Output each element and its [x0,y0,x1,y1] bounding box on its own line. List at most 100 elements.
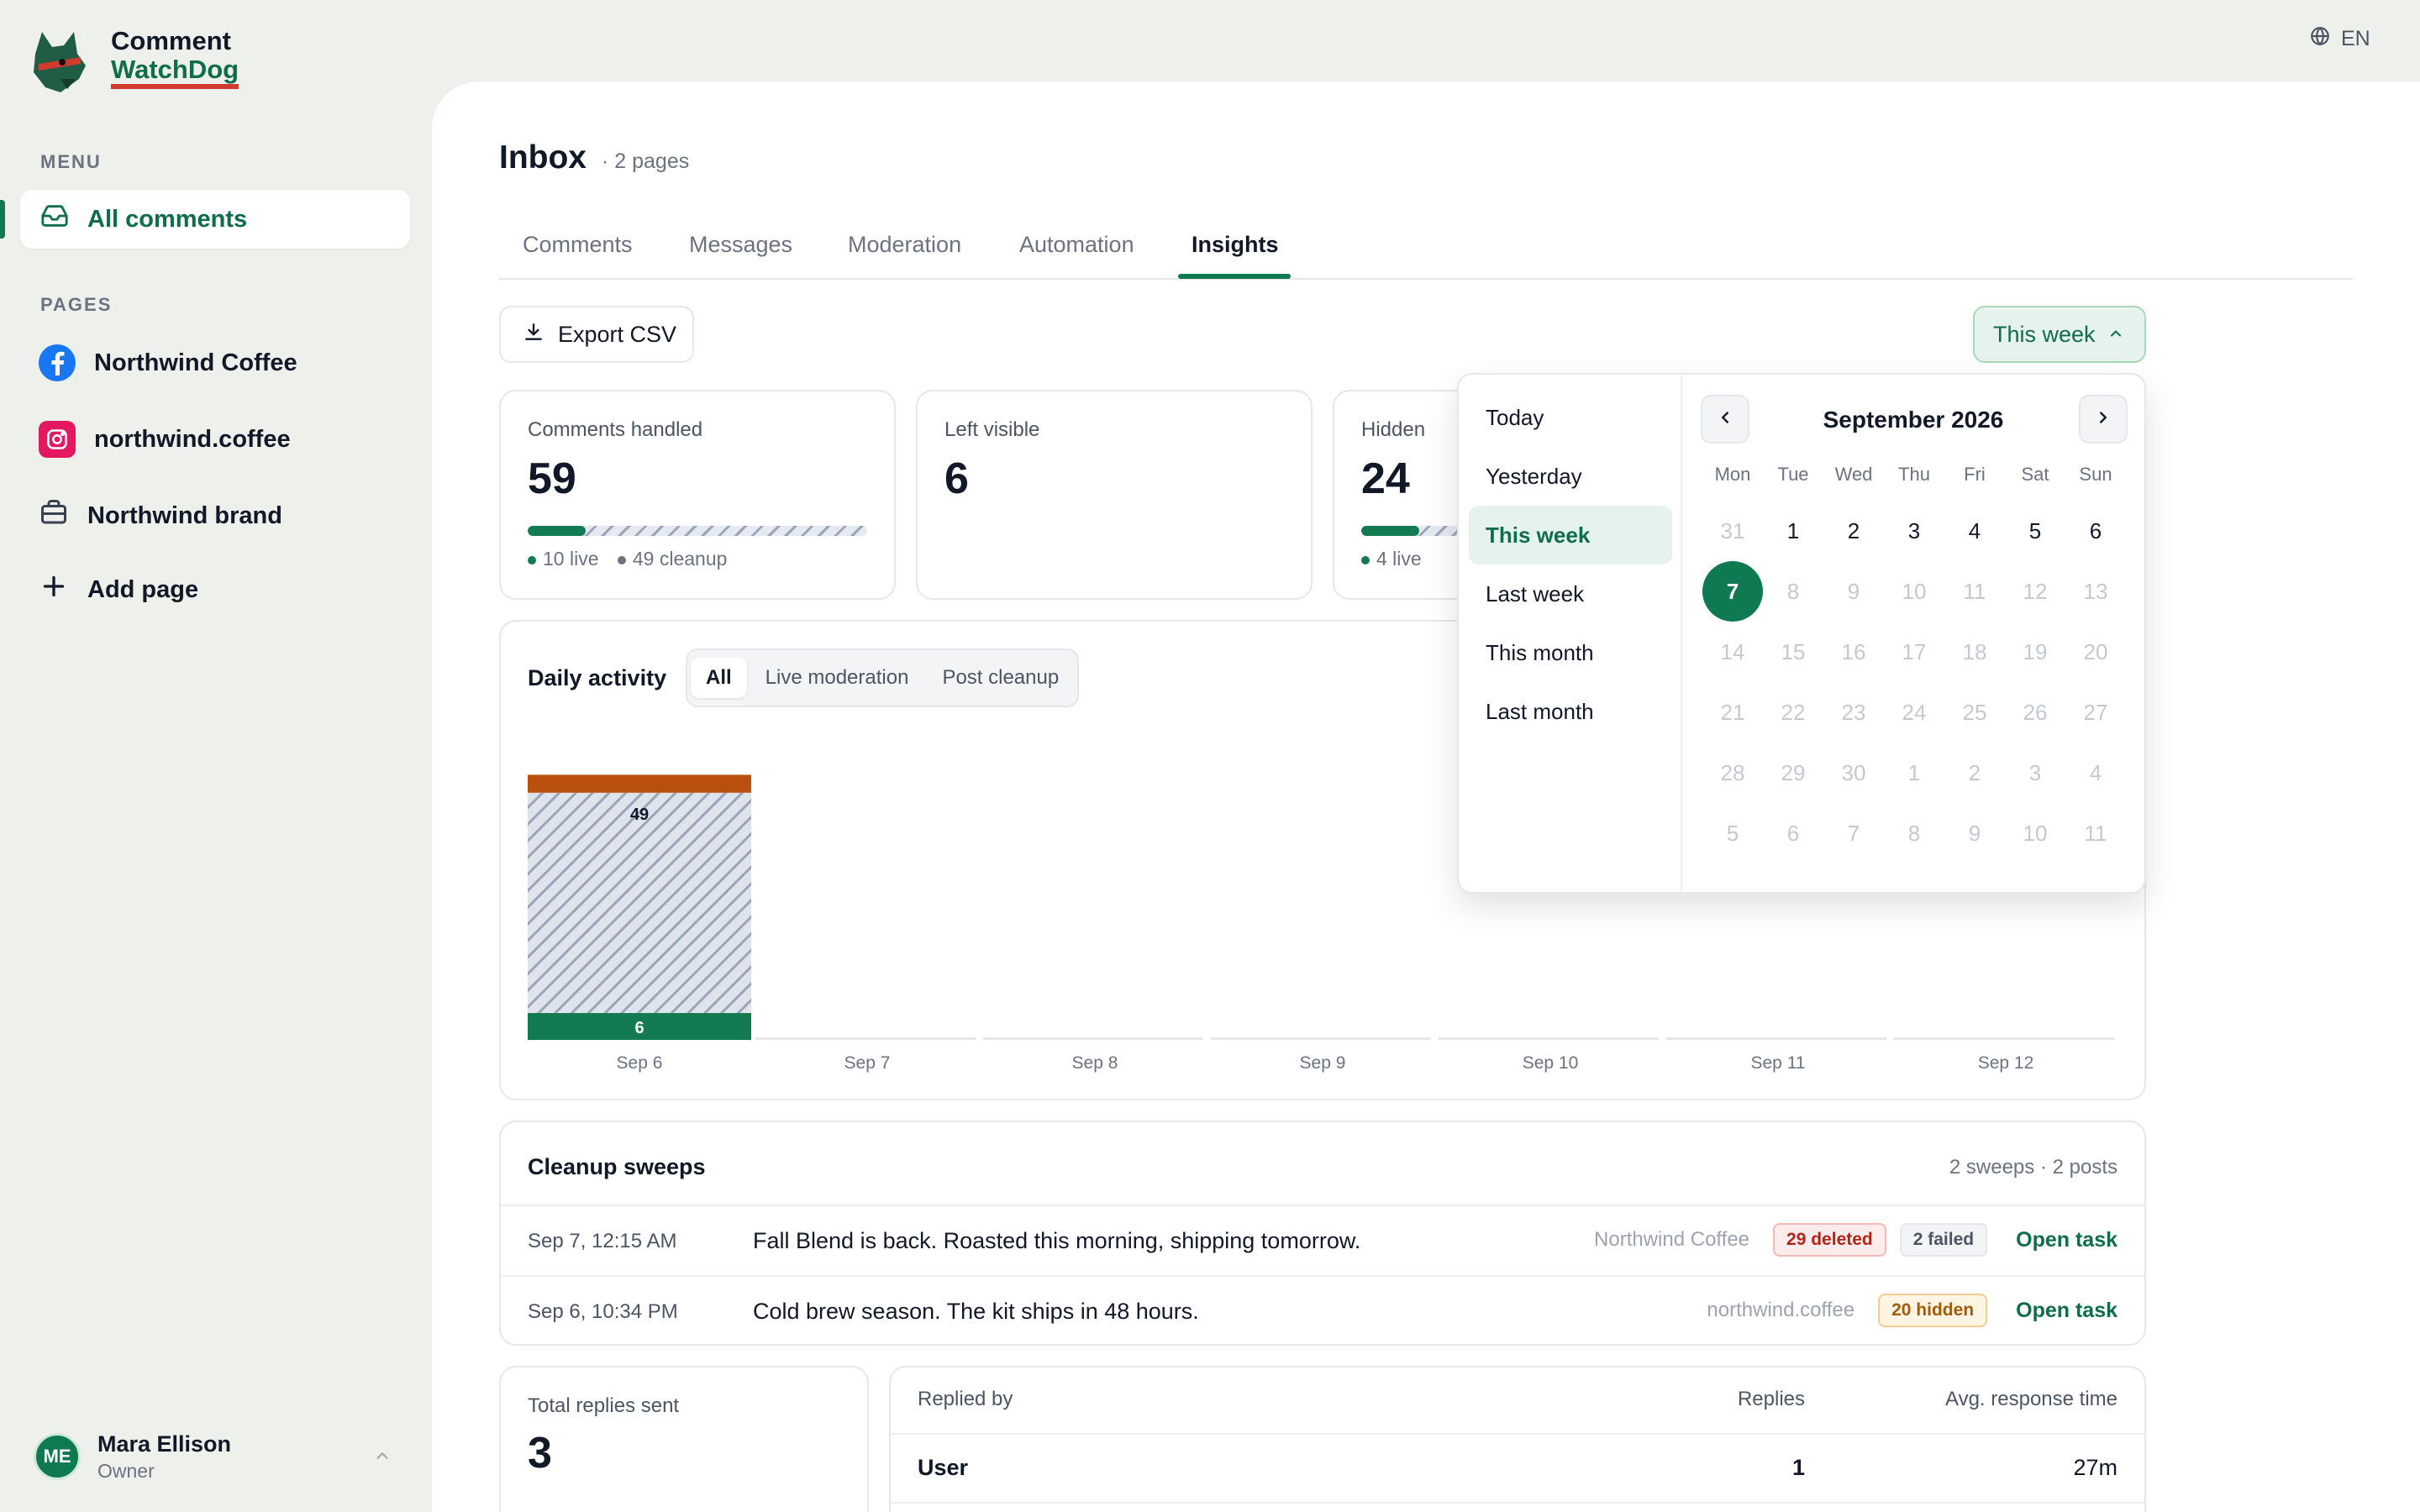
calendar-day[interactable]: 6 [1763,803,1823,864]
sidebar-item-northwind-brand[interactable]: Northwind brand [39,496,282,535]
filter-all[interactable]: All [691,658,747,698]
calendar-day[interactable]: 7 [1823,803,1884,864]
calendar-day[interactable]: 13 [2065,561,2126,622]
stat-label: Left visible [944,418,1040,441]
preset-this-week[interactable]: This week [1469,506,1672,564]
calendar-day[interactable]: 1 [1884,743,1944,803]
active-indicator [0,200,5,239]
sidebar-item-label: Northwind Coffee [94,349,297,376]
language-switcher[interactable]: EN [2309,25,2370,53]
calendar-day[interactable]: 4 [2065,743,2126,803]
calendar-day[interactable]: 5 [1702,803,1763,864]
calendar-day[interactable]: 12 [2005,561,2065,622]
calendar-day[interactable]: 28 [1702,743,1763,803]
failed-badge: 2 failed [1899,1223,1988,1257]
total-replies-label: Total replies sent [528,1394,680,1417]
sweep-badges: northwind.coffee 20 hidden Open task [1707,1294,2118,1327]
column-header-avg-response: Avg. response time [1945,1388,2118,1410]
divider [1681,375,1682,892]
calendar-day[interactable]: 11 [2065,803,2126,864]
calendar-day[interactable]: 30 [1823,743,1884,803]
preset-today[interactable]: Today [1469,388,1672,447]
calendar-day[interactable]: 14 [1702,622,1763,682]
user-role: Owner [97,1460,155,1482]
calendar-week-row: 31 1 2 3 4 5 6 [1702,501,2126,561]
calendar-day[interactable]: 4 [1944,501,2005,561]
calendar-day[interactable]: 10 [1884,561,1944,622]
calendar-day[interactable]: 25 [1944,682,2005,743]
calendar-day[interactable]: 9 [1944,803,2005,864]
user-menu[interactable]: ME Mara Ellison Owner [34,1428,403,1487]
calendar-day[interactable]: 18 [1944,622,2005,682]
stat-value: 59 [528,454,576,503]
instagram-icon [39,421,76,458]
open-task-link[interactable]: Open task [2016,1299,2118,1323]
avg-response-cell: 27m [2073,1455,2118,1480]
calendar-day[interactable]: 2 [1944,743,2005,803]
sidebar-item-label: northwind.coffee [94,425,291,453]
calendar-day[interactable]: 23 [1823,682,1884,743]
tab-automation[interactable]: Automation [1019,232,1134,258]
total-replies-card: Total replies sent 3 [499,1366,869,1512]
calendar-day[interactable]: 19 [2005,622,2065,682]
x-tick-label: Sep 11 [1751,1053,1806,1073]
active-tab-indicator [1178,274,1291,279]
date-range-button[interactable]: This week [1973,306,2146,363]
calendar-day[interactable]: 20 [2065,622,2126,682]
sidebar-item-all-comments[interactable]: All comments [20,190,410,249]
calendar-day[interactable]: 15 [1763,622,1823,682]
filter-live-moderation[interactable]: Live moderation [750,658,924,698]
calendar-day[interactable]: 6 [2065,501,2126,561]
sweep-date: Sep 7, 12:15 AM [528,1230,677,1252]
legend-live-text: 4 live [1376,548,1422,570]
preset-last-week[interactable]: Last week [1469,564,1672,623]
calendar-day[interactable]: 22 [1763,682,1823,743]
calendar-day[interactable]: 2 [1823,501,1884,561]
tab-insights[interactable]: Insights [1192,232,1279,258]
sweep-post-text: Fall Blend is back. Roasted this morning… [753,1228,1361,1253]
legend-live: 10 live [528,548,598,570]
calendar-day[interactable]: 11 [1944,561,2005,622]
cleanup-sweeps-card: Cleanup sweeps 2 sweeps · 2 posts Sep 7,… [499,1121,2146,1346]
filter-post-cleanup[interactable]: Post cleanup [927,658,1074,698]
calendar-day[interactable]: 5 [2005,501,2065,561]
preset-this-month[interactable]: This month [1469,623,1672,682]
calendar-day[interactable]: 1 [1763,501,1823,561]
date-range-label: This week [1993,321,2096,347]
sidebar-item-northwind-instagram[interactable]: northwind.coffee [39,420,291,459]
calendar-day[interactable]: 3 [2005,743,2065,803]
previous-month-button[interactable] [1701,395,1749,444]
stat-card-comments-handled: Comments handled 59 10 live 49 cleanup [499,390,896,600]
daily-activity-title: Daily activity [528,665,667,690]
sidebar-item-northwind-coffee[interactable]: Northwind Coffee [39,344,297,382]
calendar-day[interactable]: 3 [1884,501,1944,561]
sidebar-item-label: Northwind brand [87,501,282,529]
preset-yesterday[interactable]: Yesterday [1469,447,1672,506]
calendar-day[interactable]: 9 [1823,561,1884,622]
globe-icon [2309,25,2331,53]
calendar-day[interactable]: 31 [1702,501,1763,561]
calendar-day[interactable]: 10 [2005,803,2065,864]
calendar-day[interactable]: 26 [2005,682,2065,743]
tab-moderation[interactable]: Moderation [848,232,961,258]
calendar-day[interactable]: 17 [1884,622,1944,682]
calendar-day[interactable]: 21 [1702,682,1763,743]
calendar-day[interactable]: 29 [1763,743,1823,803]
cleanup-summary: 2 sweeps · 2 posts [1949,1156,2118,1179]
replied-by-table: Replied by Replies Avg. response time Us… [889,1366,2146,1512]
tab-comments[interactable]: Comments [523,232,633,258]
add-page-button[interactable]: Add page [39,570,198,609]
empty-bar [755,1037,976,1040]
calendar-day[interactable]: 24 [1884,682,1944,743]
calendar-day[interactable]: 27 [2065,682,2126,743]
calendar-day[interactable]: 8 [1763,561,1823,622]
export-csv-button[interactable]: Export CSV [499,306,694,363]
tab-messages[interactable]: Messages [689,232,792,258]
preset-last-month[interactable]: Last month [1469,682,1672,741]
calendar-day[interactable]: 8 [1884,803,1944,864]
open-task-link[interactable]: Open task [2016,1228,2118,1252]
x-tick-label: Sep 10 [1523,1053,1579,1073]
next-month-button[interactable] [2079,395,2128,444]
calendar-day[interactable]: 16 [1823,622,1884,682]
calendar-day-selected[interactable]: 7 [1702,561,1763,622]
